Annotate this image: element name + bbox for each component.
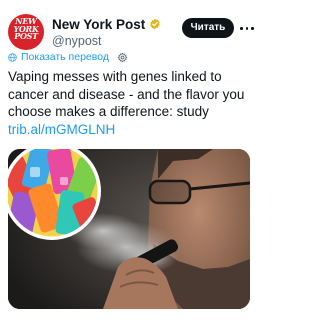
tweet-media-image[interactable] xyxy=(8,149,250,309)
vaping-photo xyxy=(8,149,250,309)
display-name[interactable]: New York Post xyxy=(52,17,145,32)
avatar-logo-text: NEW YORK POST xyxy=(13,16,39,41)
tweet-text: Vaping messes with genes linked to cance… xyxy=(8,68,254,138)
more-dots-icon[interactable] xyxy=(240,20,254,36)
tweet-link[interactable]: trib.al/mGMGLNH xyxy=(8,122,115,137)
verified-badge-icon xyxy=(150,18,160,30)
name-row: New York Post xyxy=(52,16,161,32)
follow-button[interactable]: Читать xyxy=(182,18,234,38)
translate-row: Показать перевод xyxy=(8,50,128,64)
account-handle[interactable]: @nypost xyxy=(52,34,102,48)
avatar[interactable]: NEW YORK POST xyxy=(8,14,44,50)
show-translation-link[interactable]: Показать перевод xyxy=(21,51,109,63)
tweet-body: Vaping messes with genes linked to cance… xyxy=(8,69,245,119)
gear-icon[interactable] xyxy=(117,52,128,63)
globe-icon xyxy=(8,52,17,62)
